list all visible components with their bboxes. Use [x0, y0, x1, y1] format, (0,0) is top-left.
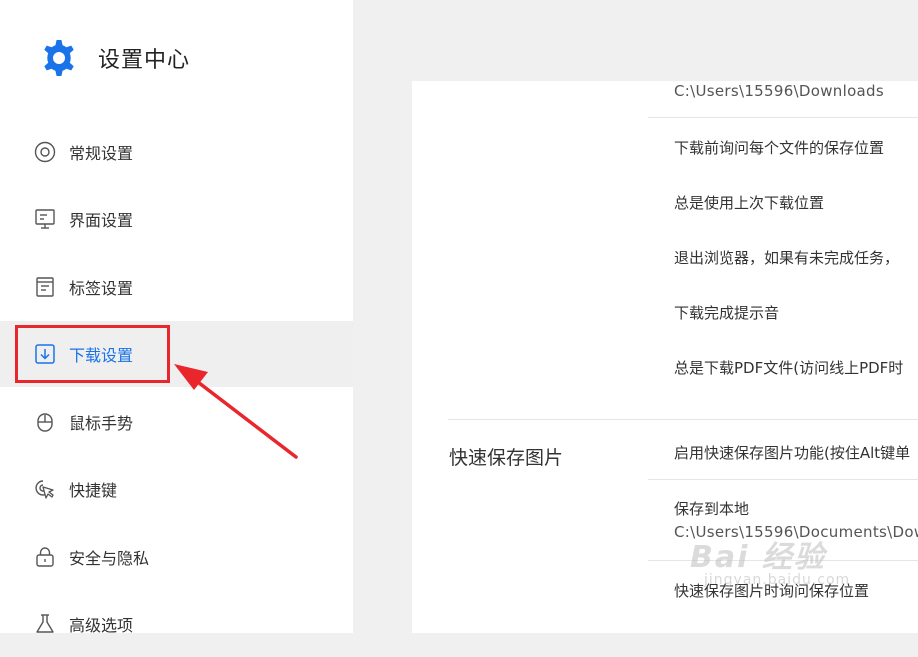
option-enable-quick-save[interactable]: 启用快速保存图片功能(按住Alt键单: [674, 442, 910, 463]
quick-save-section-title: 快速保存图片: [449, 447, 564, 469]
option-save-to-local[interactable]: 保存到本地: [674, 498, 749, 519]
sidebar-item-security[interactable]: 安全与隐私: [0, 524, 353, 590]
download-path-text: C:\Users\15596\Downloads: [674, 82, 884, 100]
option-exit-unfinished-prompt[interactable]: 退出浏览器，如果有未完成任务，: [674, 247, 899, 268]
sidebar-item-label: 快捷键: [69, 481, 118, 500]
sidebar-item-label: 高级选项: [69, 616, 134, 635]
section-divider: [448, 419, 918, 420]
sidebar-item-shortcuts[interactable]: 快捷键: [0, 456, 353, 522]
option-ask-save-location[interactable]: 下载前询问每个文件的保存位置: [674, 137, 884, 158]
option-download-sound[interactable]: 下载完成提示音: [674, 302, 779, 323]
pointer-click-icon: [34, 478, 56, 500]
sidebar-item-label: 鼠标手势: [69, 414, 134, 433]
sidebar-item-tabs[interactable]: 标签设置: [0, 254, 353, 320]
monitor-icon: [34, 208, 56, 230]
sidebar-item-mouse-gesture[interactable]: 鼠标手势: [0, 389, 353, 455]
option-use-last-location[interactable]: 总是使用上次下载位置: [674, 192, 824, 213]
sidebar-item-label: 界面设置: [69, 211, 134, 230]
watermark: Bai 经验: [690, 540, 826, 575]
app-brand: 设置中心: [39, 38, 190, 78]
mouse-icon: [34, 411, 56, 433]
tab-document-icon: [34, 276, 56, 298]
annotation-highlight-box: [15, 325, 170, 383]
sidebar: 设置中心 常规设置 界面设置 标签设置 下载设置 鼠标手势 快捷键 安全与隐私 …: [0, 0, 353, 635]
sidebar-item-label: 标签设置: [69, 279, 134, 298]
sidebar-item-label: 安全与隐私: [69, 549, 150, 568]
sidebar-item-advanced[interactable]: 高级选项: [0, 591, 353, 657]
app-title: 设置中心: [98, 48, 191, 73]
lock-icon: [34, 546, 56, 568]
watermark-url: jingyan.baidu.com: [704, 572, 851, 588]
divider: [648, 117, 918, 118]
disc-icon: [34, 141, 56, 163]
sidebar-item-label: 常规设置: [69, 144, 134, 163]
sidebar-item-general[interactable]: 常规设置: [0, 119, 353, 185]
sidebar-item-interface[interactable]: 界面设置: [0, 186, 353, 252]
gear-icon: [44, 40, 74, 76]
option-always-download-pdf[interactable]: 总是下载PDF文件(访问线上PDF时: [674, 357, 903, 378]
download-settings-panel: C:\Users\15596\Downloads 下载前询问每个文件的保存位置 …: [412, 81, 918, 633]
divider: [648, 479, 918, 480]
flask-icon: [34, 613, 56, 635]
